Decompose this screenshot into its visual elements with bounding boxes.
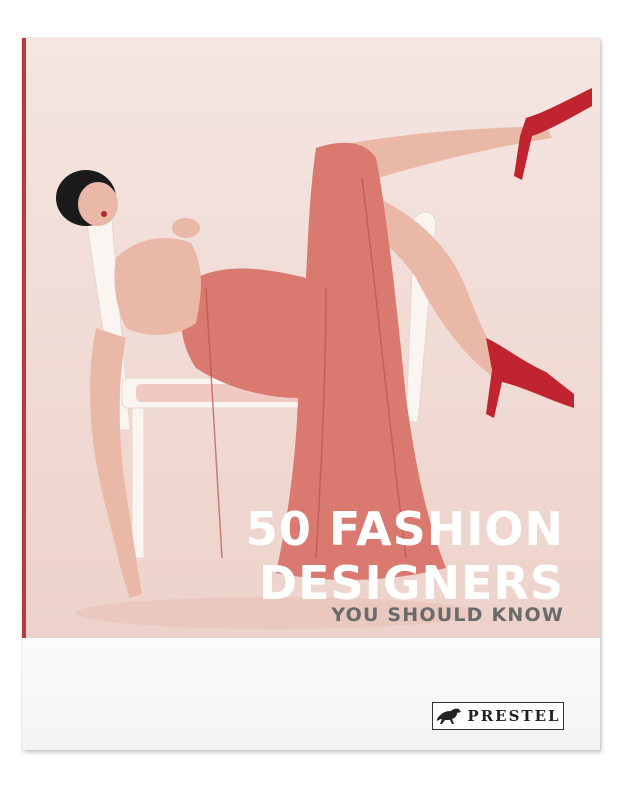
publisher-logo: PRESTEL — [432, 702, 564, 730]
page: 50 FASHION DESIGNERS YOU SHOULD KNOW PRE… — [0, 0, 618, 800]
title-line-2: DESIGNERS — [258, 556, 564, 610]
book-cover: 50 FASHION DESIGNERS YOU SHOULD KNOW PRE… — [22, 38, 600, 750]
head — [56, 170, 118, 226]
title-line-1: 50 FASHION — [245, 502, 564, 556]
horse-logo-icon — [437, 708, 462, 724]
title-band — [22, 638, 600, 750]
publisher-name: PRESTEL — [467, 707, 561, 725]
subtitle: YOU SHOULD KNOW — [331, 604, 564, 626]
